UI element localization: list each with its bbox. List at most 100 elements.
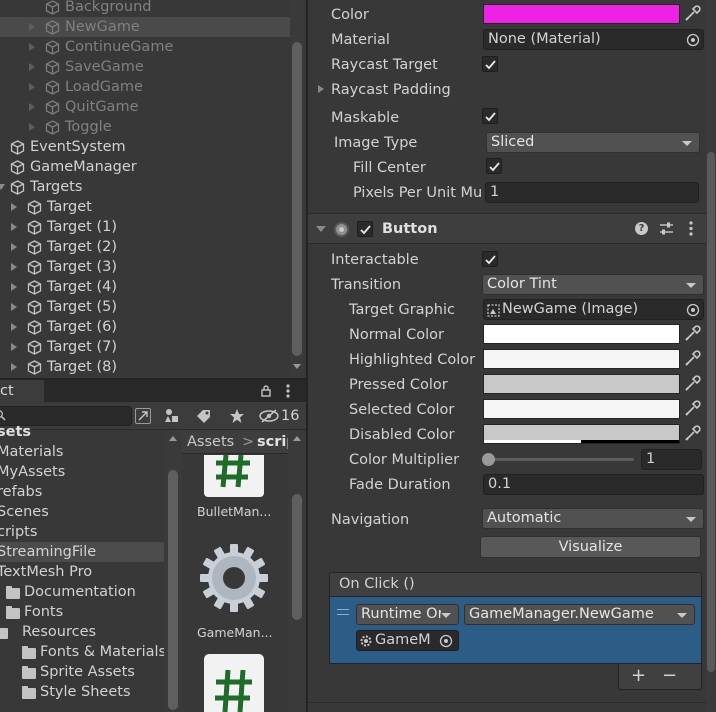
maskable-checkbox[interactable] — [482, 108, 498, 124]
foldout-arrow-icon[interactable] — [11, 223, 17, 231]
filter-by-label-icon[interactable] — [195, 408, 213, 424]
assets-scrollbar[interactable] — [288, 430, 306, 712]
folder-item[interactable]: Resources — [0, 622, 164, 642]
foldout-arrow-icon[interactable] — [11, 303, 17, 311]
image-type-dropdown[interactable]: Sliced — [486, 132, 700, 153]
object-picker-icon[interactable] — [686, 33, 700, 47]
object-field[interactable]: GameM — [356, 630, 459, 651]
hierarchy-item-target[interactable]: Target (2) — [0, 237, 290, 257]
project-tab[interactable]: ct — [0, 380, 44, 402]
hierarchy-item-target[interactable]: Target (8) — [0, 357, 290, 377]
foldout-arrow-icon[interactable] — [11, 323, 17, 331]
onclick-listener-row[interactable]: Runtime Or GameManager.NewGame GameM — [329, 597, 702, 664]
color-multiplier-slider-handle[interactable] — [482, 453, 495, 466]
assets-scroll-thumb[interactable] — [292, 494, 302, 620]
remove-listener-button[interactable]: − — [662, 666, 677, 686]
hierarchy-item-child[interactable]: LoadGame — [0, 77, 290, 97]
interactable-checkbox[interactable] — [482, 251, 498, 267]
folder-item[interactable]: Sprite Assets — [0, 662, 164, 682]
foldout-arrow-icon[interactable] — [29, 123, 35, 131]
chevron-down-icon[interactable] — [316, 226, 326, 232]
foldout-arrow-icon[interactable] — [29, 83, 35, 91]
hidden-packages-icon[interactable] — [258, 409, 280, 423]
folder-item[interactable]: cripts — [0, 522, 164, 542]
hierarchy-item-root[interactable]: EventSystem — [0, 137, 290, 157]
scroll-up-arrow[interactable] — [169, 436, 177, 441]
pressed-color-swatch[interactable] — [483, 374, 680, 394]
filter-by-type-icon[interactable] — [163, 408, 181, 424]
csharp-script-icon[interactable] — [204, 654, 264, 712]
hierarchy-item-target[interactable]: Target — [0, 197, 290, 217]
breadcrumb-root[interactable]: Assets — [187, 432, 234, 452]
favorites-star-icon[interactable] — [228, 408, 246, 424]
hierarchy-item-target[interactable]: Target (3) — [0, 257, 290, 277]
add-listener-button[interactable]: + — [631, 666, 646, 686]
eyedropper-icon[interactable] — [682, 4, 702, 24]
folder-item[interactable]: refabs — [0, 482, 164, 502]
hierarchy-item-child[interactable]: ContinueGame — [0, 37, 290, 57]
foldout-arrow-icon[interactable] — [11, 363, 17, 371]
help-icon[interactable]: ? — [635, 222, 648, 235]
hierarchy-item-child[interactable]: Toggle — [0, 117, 290, 137]
fade-duration-input[interactable]: 0.1 — [483, 474, 704, 495]
foldout-arrow-icon[interactable] — [11, 243, 17, 251]
folder-item[interactable]: Fonts & Materials — [0, 642, 166, 662]
scroll-up-arrow[interactable] — [293, 436, 301, 441]
foldout-arrow-icon[interactable] — [29, 63, 35, 71]
eyedropper-icon[interactable] — [682, 324, 702, 344]
normal-color-swatch[interactable] — [483, 324, 680, 344]
drag-handle-icon[interactable] — [337, 609, 349, 615]
ppu-input[interactable]: 1 — [485, 182, 699, 203]
folder-item[interactable]: TextMesh Pro — [0, 562, 164, 582]
disabled-color-swatch[interactable] — [483, 424, 680, 444]
function-dropdown[interactable]: GameManager.NewGame — [464, 604, 695, 625]
foldout-arrow-icon[interactable] — [29, 43, 35, 51]
object-picker-icon[interactable] — [686, 303, 700, 317]
chevron-down-icon[interactable] — [0, 184, 5, 190]
asset-item-bulletmanager[interactable]: BulletMan... — [182, 454, 286, 535]
hierarchy-item-root[interactable]: GameManager — [0, 157, 290, 177]
hierarchy-item-target[interactable]: Target (5) — [0, 297, 290, 317]
raycast-target-checkbox[interactable] — [482, 56, 498, 72]
folder-item[interactable]: Materials — [0, 442, 164, 462]
color-multiplier-slider-track[interactable] — [488, 458, 634, 461]
folder-item[interactable]: Style Sheets — [0, 682, 164, 702]
eyedropper-icon[interactable] — [682, 349, 702, 369]
foldout-arrow-icon[interactable] — [11, 343, 17, 351]
hierarchy-scrollbar[interactable] — [290, 0, 304, 378]
hierarchy-item-child[interactable]: QuitGame — [0, 97, 290, 117]
folder-item[interactable]: Documentation — [0, 582, 164, 602]
folder-item[interactable]: StreamingFile — [0, 542, 164, 562]
transition-dropdown[interactable]: Color Tint — [482, 274, 704, 295]
folder-item[interactable]: Fonts — [0, 602, 164, 622]
foldout-arrow-icon[interactable] — [11, 263, 17, 271]
hierarchy-item-target[interactable]: Target (7) — [0, 337, 290, 357]
scroll-down-arrow[interactable] — [293, 364, 301, 369]
hierarchy-item-child[interactable]: NewGame — [0, 17, 290, 37]
visualize-button[interactable]: Visualize — [480, 536, 701, 558]
object-picker-icon[interactable] — [439, 634, 453, 648]
eyedropper-icon[interactable] — [682, 424, 702, 444]
hierarchy-item-target[interactable]: Target (6) — [0, 317, 290, 337]
raycast-padding-foldout-arrow[interactable] — [318, 85, 324, 93]
inspector-scroll-thumb[interactable] — [707, 152, 715, 672]
foldout-arrow-icon[interactable] — [29, 103, 35, 111]
eyedropper-icon[interactable] — [682, 399, 702, 419]
highlighted-color-swatch[interactable] — [483, 349, 680, 369]
folder-item[interactable]: Scenes — [0, 502, 164, 522]
lock-icon[interactable] — [260, 385, 272, 397]
folder-item[interactable]: sets — [0, 422, 164, 442]
more-menu-icon[interactable] — [284, 384, 292, 398]
selected-color-swatch[interactable] — [483, 399, 680, 419]
asset-item-gamemanager[interactable]: GameMan... — [182, 540, 286, 640]
hierarchy-item-target[interactable]: Target (4) — [0, 277, 290, 297]
folder-item[interactable]: MyAssets — [0, 462, 164, 482]
material-field[interactable]: None (Material) — [483, 29, 704, 50]
folder-tree-scrollbar[interactable] — [164, 430, 182, 712]
more-menu-icon[interactable] — [688, 221, 694, 236]
folder-tree-scroll-thumb[interactable] — [168, 470, 178, 710]
hierarchy-item-child[interactable]: Background — [0, 0, 290, 17]
button-enabled-checkbox[interactable] — [357, 221, 373, 237]
target-graphic-field[interactable]: NewGame (Image) — [483, 299, 704, 320]
preset-sliders-icon[interactable] — [659, 221, 674, 236]
